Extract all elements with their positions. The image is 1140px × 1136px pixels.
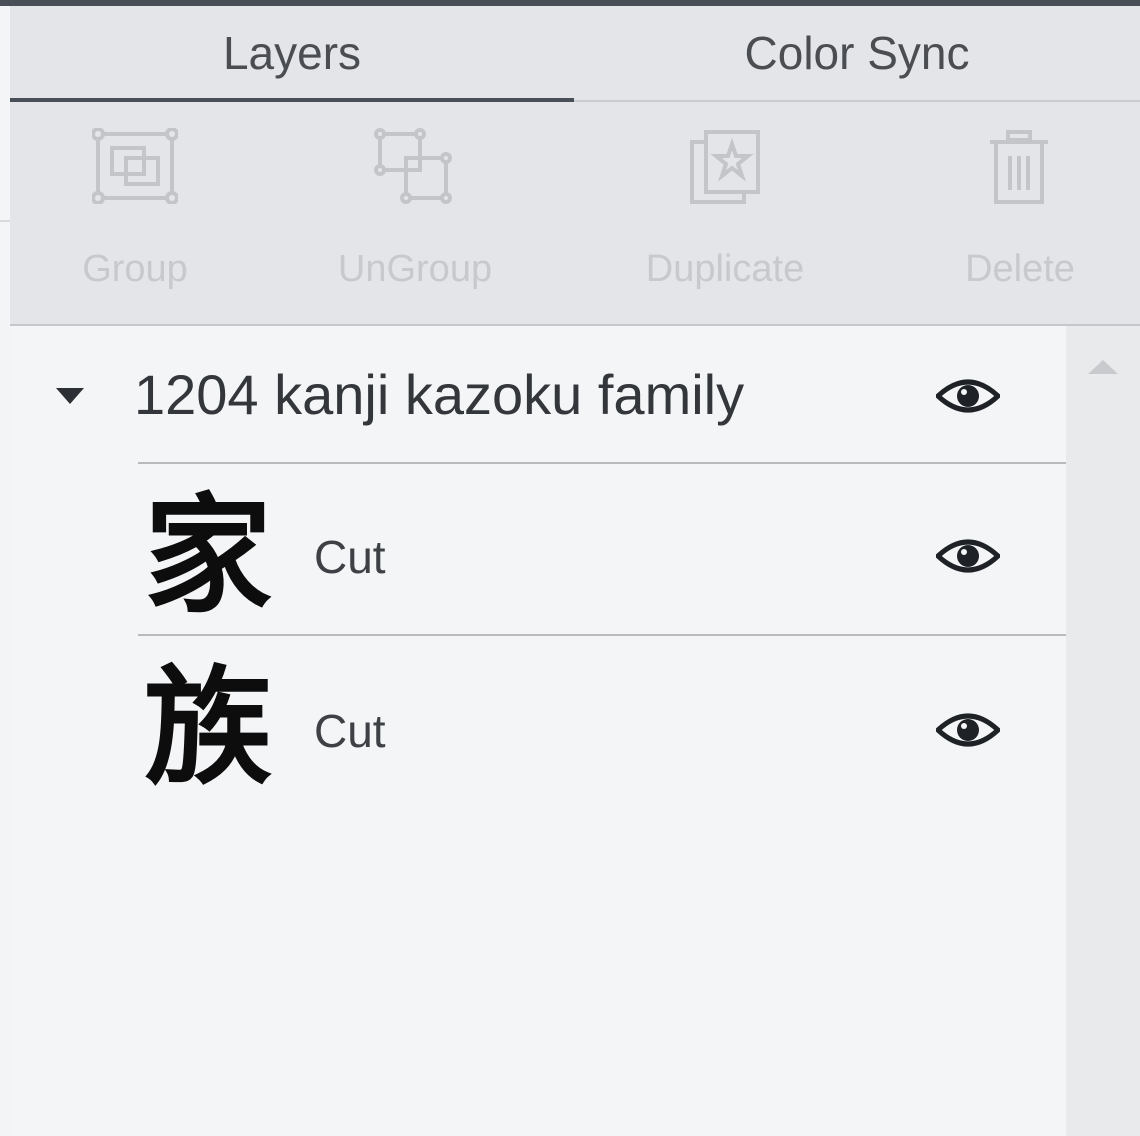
expand-caret-icon[interactable] [56, 388, 84, 404]
delete-button[interactable]: Delete [930, 102, 1110, 324]
left-edge-divider [0, 220, 10, 222]
delete-button-label: Delete [965, 248, 1075, 290]
layer-list-scrollbar[interactable] [1066, 326, 1140, 1136]
panel-tabs: Layers Color Sync [10, 6, 1140, 102]
layer-group-name: 1204 kanji kazoku family [134, 363, 745, 426]
scroll-up-arrow-icon[interactable] [1088, 360, 1118, 374]
layer-operation-label: Cut [314, 705, 386, 757]
duplicate-button[interactable]: Duplicate [610, 102, 840, 324]
duplicate-icon [690, 130, 760, 204]
group-button-label: Group [82, 248, 188, 290]
layer-toolbar: Group UnGroup Duplicate Delete [10, 102, 1140, 326]
tab-layers[interactable]: Layers [10, 6, 574, 102]
left-edge-strip [0, 6, 10, 326]
layer-group-row[interactable]: 1204 kanji kazoku family [10, 326, 1066, 466]
layer-divider [138, 634, 1066, 636]
layer-item[interactable]: 族 Cut [138, 640, 1066, 810]
layer-item[interactable]: 家 Cut [138, 468, 1066, 638]
eye-icon[interactable] [936, 536, 1000, 576]
eye-icon[interactable] [936, 710, 1000, 750]
layer-divider [138, 462, 1066, 464]
ungroup-button-label: UnGroup [337, 248, 493, 290]
ungroup-button[interactable]: UnGroup [310, 102, 520, 324]
duplicate-button-label: Duplicate [645, 248, 805, 290]
layer-thumbnail: 家 [143, 481, 272, 631]
tab-layers-label: Layers [222, 27, 362, 79]
group-button[interactable]: Group [40, 102, 230, 324]
ungroup-icon [374, 128, 452, 204]
eye-icon[interactable] [936, 376, 1000, 416]
trash-icon [990, 130, 1048, 204]
layer-operation-label: Cut [314, 531, 386, 583]
tab-color-sync[interactable]: Color Sync [574, 6, 1140, 100]
group-icon [92, 128, 178, 204]
tab-color-sync-label: Color Sync [744, 27, 970, 79]
layer-list: 1204 kanji kazoku family 家 Cut 族 Cut [10, 326, 1066, 1136]
layer-thumbnail: 族 [143, 653, 272, 803]
layers-panel: Layers Color Sync Group UnGroup Duplicat… [10, 6, 1140, 1136]
